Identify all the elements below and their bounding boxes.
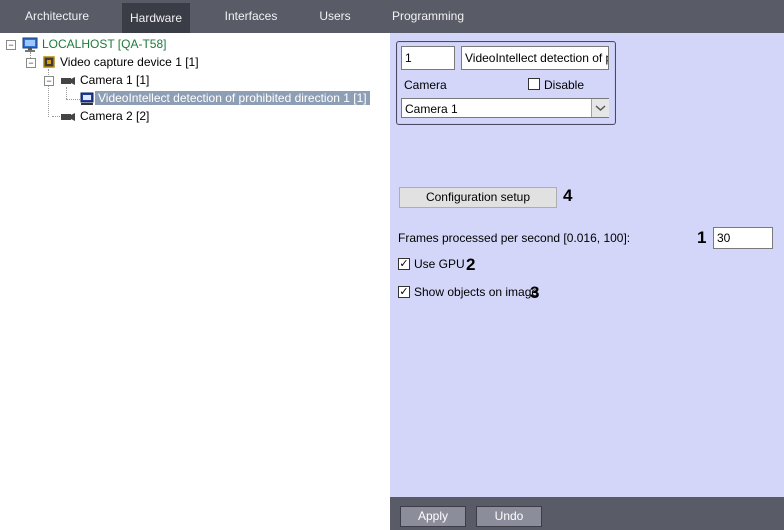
tree-line — [66, 87, 67, 99]
tab-hardware[interactable]: Hardware — [122, 3, 190, 35]
annotation-marker: 4 — [563, 186, 573, 205]
object-name-field[interactable]: VideoIntellect detection of pro — [461, 46, 609, 70]
tree-item-label: Video capture device 1 [1] — [60, 55, 199, 69]
footer-bar: Apply Undo — [390, 497, 784, 530]
tree-item-detector[interactable]: VideoIntellect detection of prohibited d… — [95, 90, 370, 107]
show-objects-label: Show objects on image — [414, 285, 539, 299]
undo-button[interactable]: Undo — [476, 506, 542, 527]
tab-users[interactable]: Users — [312, 3, 358, 33]
tree-item-server[interactable]: LOCALHOST [QA-T58] — [42, 36, 166, 53]
tree-item-label: LOCALHOST [QA-T58] — [42, 37, 167, 51]
tree-item-label: VideoIntellect detection of prohibited d… — [95, 91, 370, 105]
disable-label: Disable — [544, 78, 585, 92]
annotation-marker: 2 — [466, 255, 476, 274]
use-gpu-checkbox[interactable]: ✓ — [398, 258, 410, 270]
hardware-tree: − LOCALHOST [QA-T58] − Video capture dev… — [0, 33, 390, 530]
object-id-field[interactable]: 1 — [401, 46, 455, 70]
camera-icon — [60, 75, 76, 87]
tab-architecture[interactable]: Architecture — [18, 3, 96, 33]
annotation-marker: 1 — [697, 228, 707, 247]
camera-label: Camera — [404, 78, 447, 92]
tree-item-camera-1[interactable]: Camera 1 [1] — [80, 72, 149, 89]
object-header-box: 1 VideoIntellect detection of pro Camera… — [396, 41, 616, 125]
camera-icon — [60, 111, 76, 123]
tree-item-video-capture-device[interactable]: Video capture device 1 [1] — [60, 54, 199, 71]
camera-select[interactable]: Camera 1 — [401, 98, 609, 118]
disable-checkbox[interactable] — [528, 78, 540, 90]
tree-item-camera-2[interactable]: Camera 2 [2] — [80, 108, 149, 125]
tree-line — [66, 99, 80, 100]
chevron-down-icon[interactable] — [591, 99, 609, 117]
collapse-icon[interactable]: − — [6, 40, 16, 50]
camera-select-value: Camera 1 — [405, 102, 458, 116]
use-gpu-label: Use GPU — [414, 257, 465, 271]
apply-button[interactable]: Apply — [400, 506, 466, 527]
top-tab-bar: Architecture Hardware Interfaces Users P… — [0, 0, 784, 35]
detector-icon — [80, 92, 94, 106]
capture-board-icon — [42, 55, 56, 69]
tree-item-label: Camera 1 [1] — [80, 73, 150, 87]
tab-programming[interactable]: Programming — [388, 3, 468, 33]
show-objects-checkbox[interactable]: ✓ — [398, 286, 410, 298]
tree-item-label: Camera 2 [2] — [80, 109, 150, 123]
annotation-marker: 3 — [530, 283, 540, 302]
collapse-icon[interactable]: − — [26, 58, 36, 68]
computer-icon — [22, 37, 38, 52]
configuration-setup-button[interactable]: Configuration setup — [399, 187, 557, 208]
tree-line — [52, 116, 60, 117]
tab-interfaces[interactable]: Interfaces — [218, 3, 284, 33]
collapse-icon[interactable]: − — [44, 76, 54, 86]
fps-input[interactable]: 30 — [713, 227, 773, 249]
fps-label: Frames processed per second [0.016, 100]… — [398, 231, 631, 245]
